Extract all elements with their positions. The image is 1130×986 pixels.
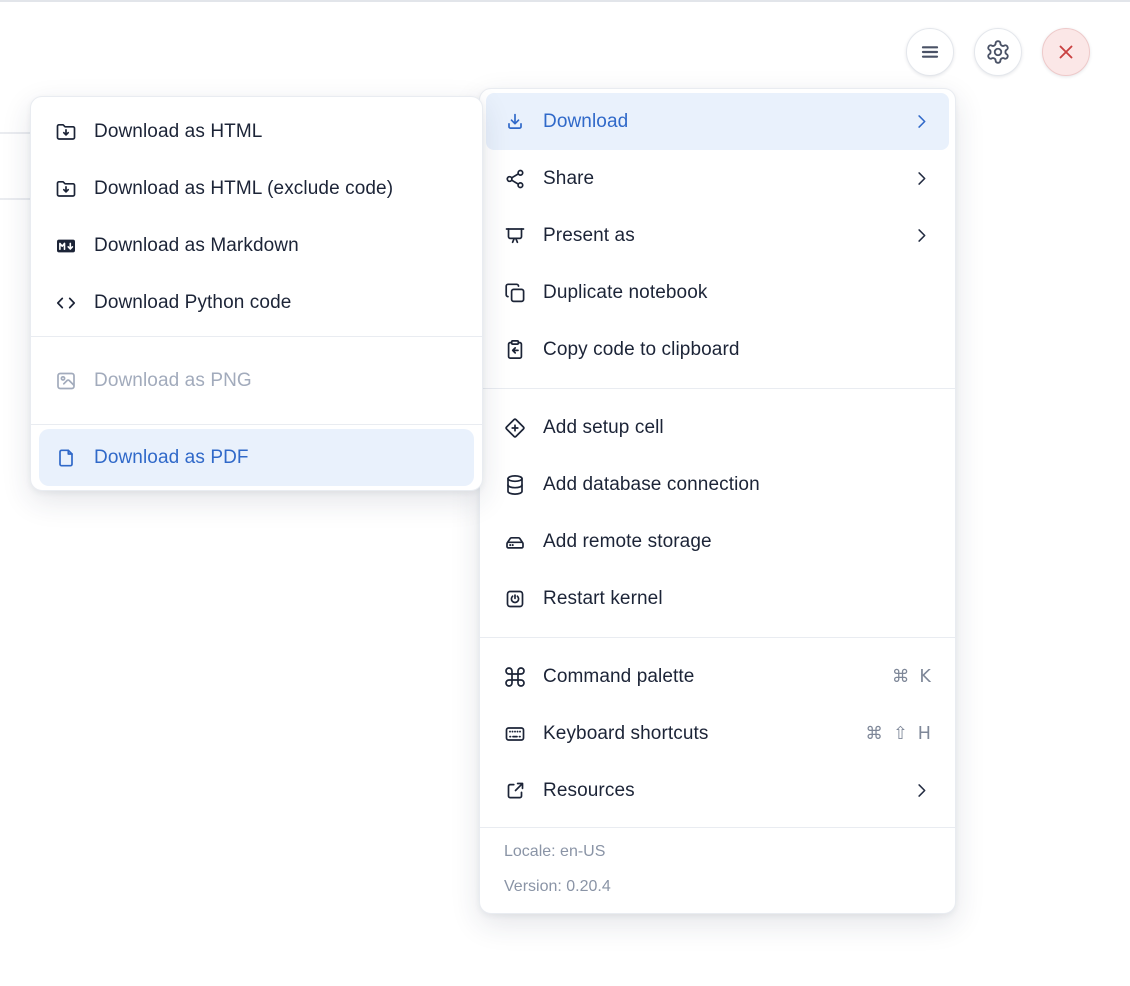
menu-item-duplicate-notebook[interactable]: Duplicate notebook	[480, 264, 955, 321]
settings-button[interactable]	[974, 28, 1022, 76]
image-icon	[54, 369, 78, 393]
gear-icon	[985, 39, 1011, 65]
menu-item-label: Download Python code	[94, 291, 292, 313]
database-icon	[503, 473, 527, 497]
clipboard-arrow-icon	[503, 338, 527, 362]
chevron-right-icon	[912, 226, 931, 245]
folder-download-icon	[54, 120, 78, 144]
menu-item-label: Keyboard shortcuts	[543, 722, 709, 744]
download-submenu: Download as HTML Download as HTML (exclud…	[30, 96, 483, 491]
power-square-icon	[503, 587, 527, 611]
locale-text: Locale: en-US	[504, 843, 606, 860]
keyboard-shortcut: ⌘ K	[892, 667, 931, 687]
menu-item-label: Add remote storage	[543, 530, 712, 552]
command-icon	[503, 665, 527, 689]
download-icon	[503, 110, 527, 134]
menu-item-label: Download	[543, 110, 629, 132]
markdown-icon	[54, 234, 78, 258]
shortcut-key: ⇧	[892, 723, 908, 744]
menu-item-present-as[interactable]: Present as	[480, 207, 955, 264]
close-icon	[1054, 40, 1078, 64]
menu-section: Download Share Present as Duplicate noteboo…	[480, 89, 955, 389]
window-top-border	[0, 0, 1130, 2]
chevron-right-icon	[912, 112, 931, 131]
menu-item-label: Share	[543, 167, 595, 189]
background-cell-line	[0, 198, 31, 200]
menu-item-label: Download as Markdown	[94, 234, 299, 256]
menu-section: Command palette ⌘ K Keyboard shortcuts ⌘ ⇧ H Re…	[480, 638, 955, 828]
menu-item-download-python-code[interactable]: Download Python code	[31, 274, 482, 331]
menu-footer: Locale: en-US Version: 0.20.4	[480, 828, 955, 913]
menu-item-label: Add setup cell	[543, 416, 664, 438]
file-icon	[54, 446, 78, 470]
version-text: Version: 0.20.4	[504, 878, 611, 895]
menu-item-copy-code-to-clipboard[interactable]: Copy code to clipboard	[480, 321, 955, 378]
shortcut-key: ⌘	[891, 666, 910, 687]
diamond-plus-icon	[503, 416, 527, 440]
shortcut-key: H	[917, 723, 931, 744]
menu-item-label: Download as HTML	[94, 120, 263, 142]
menu-item-label: Present as	[543, 224, 635, 246]
menu-item-add-remote-storage[interactable]: Add remote storage	[480, 513, 955, 570]
menu-item-download-as-markdown[interactable]: Download as Markdown	[31, 217, 482, 274]
menu-item-label: Add database connection	[543, 473, 760, 495]
top-toolbar	[906, 28, 1090, 76]
menu-item-label: Download as PNG	[94, 369, 252, 391]
menu-item-keyboard-shortcuts[interactable]: Keyboard shortcuts ⌘ ⇧ H	[480, 705, 955, 762]
chevron-right-icon	[912, 169, 931, 188]
menu-section: Download as PNG	[31, 337, 482, 425]
menu-item-add-database-connection[interactable]: Add database connection	[480, 456, 955, 513]
menu-item-label: Download as PDF	[94, 446, 249, 468]
menu-section: Download as HTML Download as HTML (exclud…	[31, 97, 482, 337]
menu-item-share[interactable]: Share	[480, 150, 955, 207]
notebook-page: Download Share Present as Duplicate noteboo…	[0, 0, 1130, 986]
menu-item-label: Restart kernel	[543, 587, 663, 609]
background-cell-line	[0, 132, 31, 134]
menu-item-label: Download as HTML (exclude code)	[94, 177, 394, 199]
chevron-right-icon	[912, 781, 931, 800]
menu-item-download-as-html[interactable]: Download as HTML	[31, 103, 482, 160]
menu-section: Add setup cell Add database connection Add…	[480, 389, 955, 638]
menu-item-label: Resources	[543, 779, 635, 801]
menu-item-label: Copy code to clipboard	[543, 338, 740, 360]
menu-item-command-palette[interactable]: Command palette ⌘ K	[480, 648, 955, 705]
presentation-icon	[503, 224, 527, 248]
menu-item-label: Command palette	[543, 665, 695, 687]
menu-item-download-as-html-exclude-code[interactable]: Download as HTML (exclude code)	[31, 160, 482, 217]
keyboard-icon	[503, 722, 527, 746]
code-icon	[54, 291, 78, 315]
hamburger-icon	[917, 39, 943, 65]
share-icon	[503, 167, 527, 191]
menu-section: Download as PDF	[31, 425, 482, 490]
menu-item-download-as-png: Download as PNG	[31, 352, 482, 409]
hamburger-menu-button[interactable]	[906, 28, 954, 76]
menu-item-resources[interactable]: Resources	[480, 762, 955, 819]
menu-item-label: Duplicate notebook	[543, 281, 708, 303]
keyboard-shortcut: ⌘ ⇧ H	[865, 724, 931, 744]
hard-drive-icon	[503, 530, 527, 554]
menu-item-download[interactable]: Download	[486, 93, 949, 150]
external-link-icon	[503, 779, 527, 803]
menu-item-add-setup-cell[interactable]: Add setup cell	[480, 399, 955, 456]
menu-item-download-as-pdf[interactable]: Download as PDF	[39, 429, 474, 486]
folder-download-icon	[54, 177, 78, 201]
shortcut-key: K	[919, 666, 931, 687]
menu-item-restart-kernel[interactable]: Restart kernel	[480, 570, 955, 627]
close-button[interactable]	[1042, 28, 1090, 76]
shortcut-key: ⌘	[865, 723, 883, 744]
duplicate-icon	[503, 281, 527, 305]
main-menu: Download Share Present as Duplicate noteboo…	[479, 88, 956, 914]
